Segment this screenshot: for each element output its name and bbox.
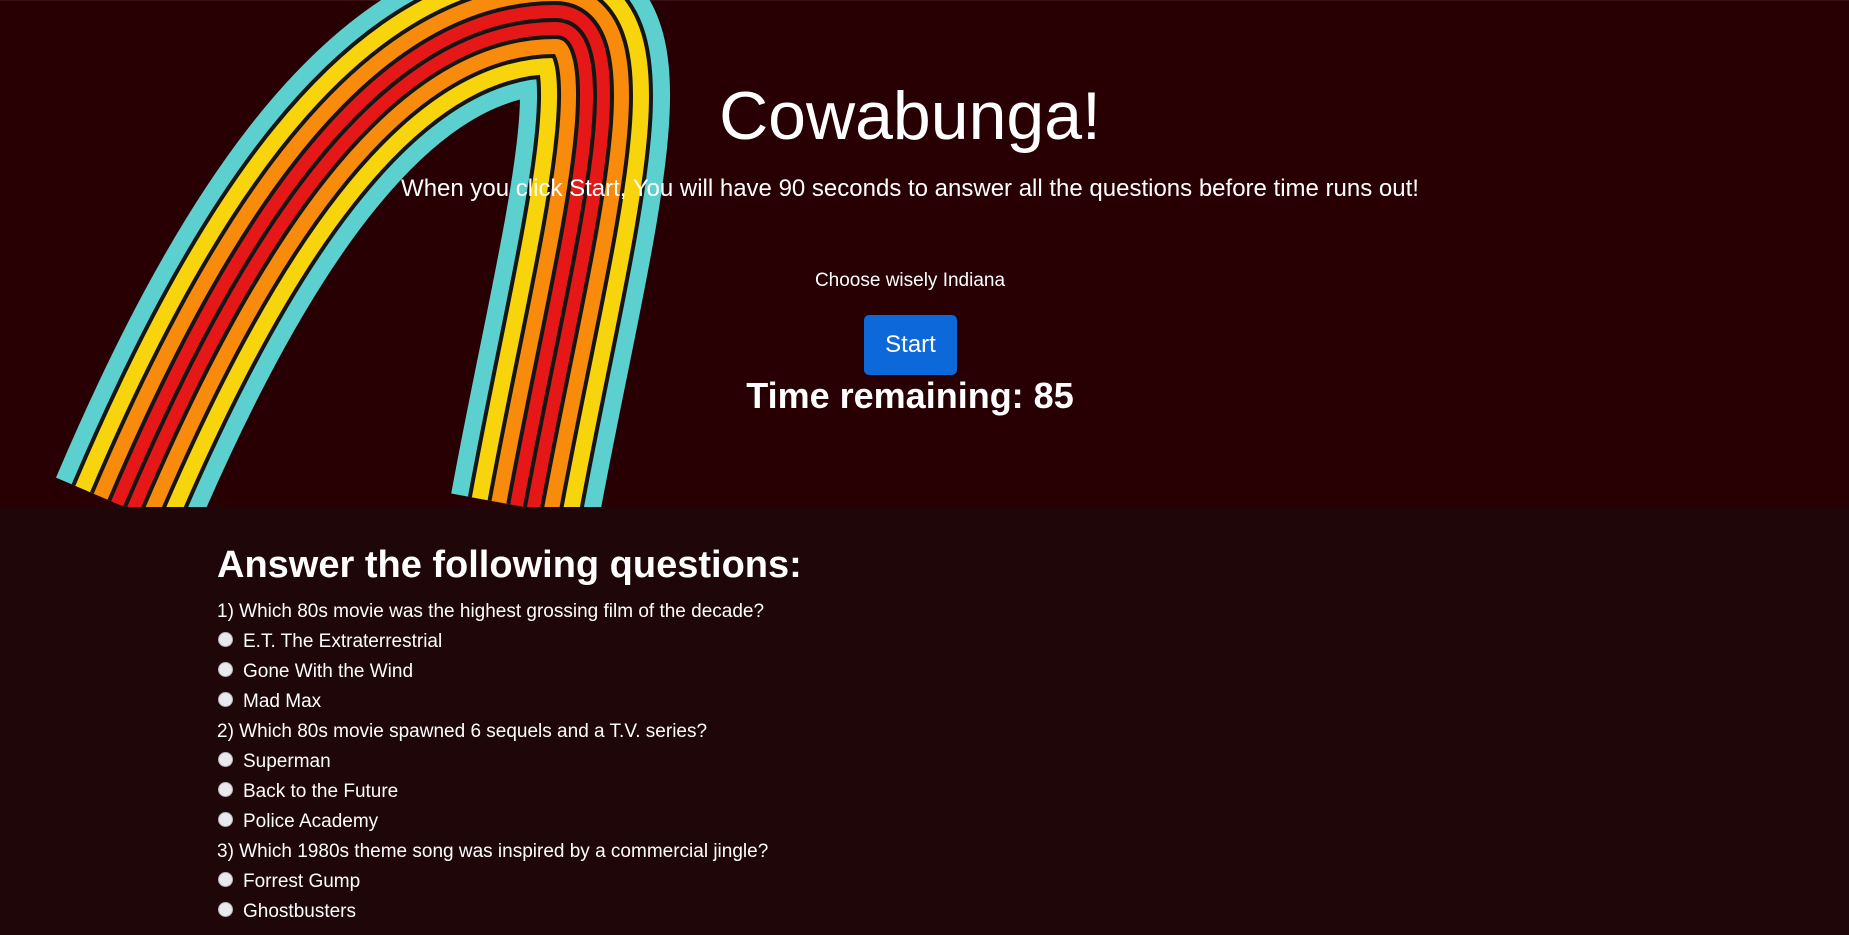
answer-option[interactable]: Forrest Gump	[217, 867, 1617, 897]
radio-button[interactable]	[218, 752, 233, 768]
answer-label: Ghostbusters	[243, 900, 356, 922]
radio-button[interactable]	[218, 692, 233, 708]
answer-label: Police Academy	[243, 810, 379, 832]
hero-banner: Cowabunga! When you click Start, You wil…	[0, 0, 1849, 507]
question-block: 2) Which 80s movie spawned 6 sequels and…	[217, 717, 1617, 837]
time-remaining: Time remaining: 85	[746, 375, 1074, 416]
answer-label: Forrest Gump	[243, 870, 361, 892]
answer-label: Back to the Future	[243, 780, 399, 802]
question-block: 1) Which 80s movie was the highest gross…	[217, 597, 1617, 717]
answer-label: E.T. The Extraterrestrial	[243, 630, 443, 652]
radio-button[interactable]	[218, 872, 233, 888]
answer-option[interactable]: Superman	[217, 747, 1617, 777]
question-block: 3) Which 1980s theme song was inspired b…	[217, 837, 1617, 927]
answer-option[interactable]: Gone With the Wind	[217, 657, 1617, 687]
radio-button[interactable]	[218, 632, 233, 648]
quiz-heading: Answer the following questions:	[217, 544, 802, 586]
page-title: Cowabunga!	[719, 78, 1101, 154]
answer-option[interactable]: Back to the Future	[217, 777, 1617, 807]
question-text: 1) Which 80s movie was the highest gross…	[217, 600, 765, 622]
rainbow-arch-graphic	[55, 0, 670, 507]
quiz-section: Answer the following questions: 1) Which…	[217, 544, 1617, 927]
radio-button[interactable]	[218, 902, 233, 918]
answer-label: Superman	[243, 750, 331, 772]
answer-label: Gone With the Wind	[243, 660, 414, 682]
start-button[interactable]: Start	[864, 315, 957, 375]
question-text: 2) Which 80s movie spawned 6 sequels and…	[217, 720, 708, 742]
question-text: 3) Which 1980s theme song was inspired b…	[217, 840, 769, 862]
instructions-text: When you click Start, You will have 90 s…	[401, 175, 1419, 202]
answer-label: Mad Max	[243, 690, 322, 712]
radio-button[interactable]	[218, 782, 233, 798]
answer-option[interactable]: E.T. The Extraterrestrial	[217, 627, 1617, 657]
answer-option[interactable]: Mad Max	[217, 687, 1617, 717]
radio-button[interactable]	[218, 812, 233, 828]
radio-button[interactable]	[218, 662, 233, 678]
answer-option[interactable]: Ghostbusters	[217, 897, 1617, 927]
answer-option[interactable]: Police Academy	[217, 807, 1617, 837]
tagline-text: Choose wisely Indiana	[814, 270, 1006, 291]
